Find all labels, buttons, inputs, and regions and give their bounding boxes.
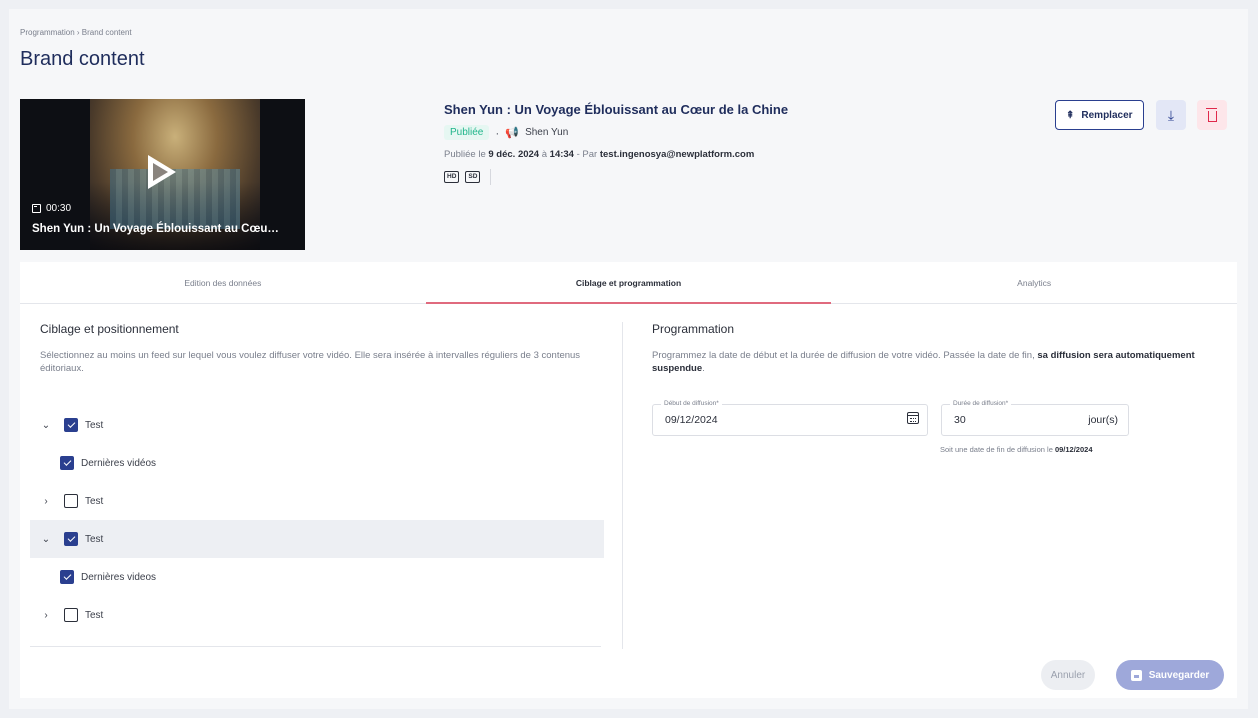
tree-row[interactable]: Dernières vidéos xyxy=(30,444,604,482)
tree-row[interactable]: ⌄ Test xyxy=(30,406,604,444)
duration-field[interactable]: Durée de diffusion* 30 jour(s) xyxy=(941,400,1129,436)
start-date-label: Début de diffusion* xyxy=(661,400,722,407)
tree-label: Test xyxy=(85,609,104,621)
scheduling-description-end: . xyxy=(702,363,705,374)
hint-prefix: Soit une date de fin de diffusion le xyxy=(940,445,1055,454)
megaphone-icon: 📢 xyxy=(505,127,520,139)
start-date-field[interactable]: Début de diffusion* 09/12/2024 xyxy=(652,400,928,436)
tree-label: Test xyxy=(85,495,104,507)
scheduling-description: Programmez la date de début et la durée … xyxy=(652,349,1212,375)
checkbox-checked[interactable] xyxy=(60,456,74,470)
targeting-section: Ciblage et positionnement Sélectionnez a… xyxy=(40,322,620,375)
published-prefix: Publiée le xyxy=(444,149,489,160)
chevron-right-icon[interactable]: › xyxy=(40,610,52,621)
header-area: Programmation › Brand content Brand cont… xyxy=(20,17,1237,263)
video-meta: Publiée · 📢 Shen Yun xyxy=(444,125,568,140)
video-title: Shen Yun : Un Voyage Éblouissant au Cœur… xyxy=(444,102,789,117)
save-button-label: Sauvegarder xyxy=(1148,669,1210,681)
feed-tree: ⌄ Test Dernières vidéos › Test ⌄ Test De… xyxy=(30,406,604,634)
chevron-down-icon[interactable]: ⌄ xyxy=(40,534,52,545)
end-date-hint: Soit une date de fin de diffusion le 09/… xyxy=(940,445,1093,454)
tree-row[interactable]: › Test xyxy=(30,482,604,520)
start-date-value: 09/12/2024 xyxy=(665,414,718,426)
targeting-description: Sélectionnez au moins un feed sur lequel… xyxy=(40,350,581,374)
column-divider xyxy=(622,322,623,649)
duration-text: 00:30 xyxy=(46,203,72,214)
cancel-button[interactable]: Annuler xyxy=(1041,660,1095,690)
format-badges: HD SD xyxy=(444,169,492,185)
thumbnail-duration: 00:30 xyxy=(32,203,71,214)
chevron-down-icon[interactable]: ⌄ xyxy=(40,420,52,431)
tab-bar: Edition des données Ciblage et programma… xyxy=(20,262,1237,304)
tree-row[interactable]: › Test xyxy=(30,596,604,634)
scheduling-section: Programmation Programmez la date de débu… xyxy=(652,322,1212,454)
duration-icon xyxy=(32,204,41,213)
replace-button[interactable]: ⇞ Remplacer xyxy=(1055,100,1144,130)
meta-separator: · xyxy=(495,125,500,140)
published-time: 14:34 xyxy=(549,149,574,160)
format-divider xyxy=(490,169,492,185)
targeting-title: Ciblage et positionnement xyxy=(40,322,179,336)
tree-label: Test xyxy=(85,533,104,545)
status-badge: Publiée xyxy=(444,125,490,140)
checkbox-checked[interactable] xyxy=(60,570,74,584)
chevron-right-icon[interactable]: › xyxy=(40,496,52,507)
play-icon-inner xyxy=(153,163,168,181)
save-button[interactable]: Sauvegarder xyxy=(1116,660,1224,690)
hd-format-icon: HD xyxy=(444,171,460,183)
published-mid: à xyxy=(539,149,550,160)
published-date: 9 déc. 2024 xyxy=(488,149,540,160)
tree-label: Test xyxy=(85,419,104,431)
checkbox-checked[interactable] xyxy=(64,418,78,432)
tree-label: Dernières vidéos xyxy=(81,457,157,469)
tab-edition[interactable]: Edition des données xyxy=(20,262,426,303)
save-icon xyxy=(1130,669,1142,681)
published-info: Publiée le 9 déc. 2024 à 14:34 - Par tes… xyxy=(444,149,754,160)
trash-icon xyxy=(1205,107,1217,122)
breadcrumb[interactable]: Programmation › Brand content xyxy=(20,28,132,37)
checkbox-checked[interactable] xyxy=(64,532,78,546)
delete-button[interactable] xyxy=(1197,100,1227,130)
duration-unit: jour(s) xyxy=(1088,414,1118,426)
video-thumbnail[interactable]: 00:30 Shen Yun : Un Voyage Éblouissant a… xyxy=(20,99,305,250)
channel-name: Shen Yun xyxy=(525,127,569,138)
calendar-icon[interactable] xyxy=(907,412,919,424)
page: Programmation › Brand content Brand cont… xyxy=(9,9,1248,709)
replace-button-label: Remplacer xyxy=(1081,109,1133,121)
duration-value: 30 xyxy=(954,414,966,426)
scheduling-title: Programmation xyxy=(652,322,735,336)
tab-analytics[interactable]: Analytics xyxy=(831,262,1237,303)
hint-date: 09/12/2024 xyxy=(1054,445,1093,454)
checkbox-unchecked[interactable] xyxy=(64,608,78,622)
tree-row-highlighted[interactable]: ⌄ Test xyxy=(30,520,604,558)
published-by-prefix: - Par xyxy=(573,149,600,160)
download-button[interactable]: ⤓ xyxy=(1156,100,1186,130)
upload-icon: ⇞ xyxy=(1066,109,1075,121)
checkbox-unchecked[interactable] xyxy=(64,494,78,508)
content-card: Edition des données Ciblage et programma… xyxy=(20,262,1237,698)
download-icon: ⤓ xyxy=(1167,106,1175,123)
thumbnail-title: Shen Yun : Un Voyage Éblouissant au Cœu… xyxy=(32,223,279,235)
duration-label: Durée de diffusion* xyxy=(950,400,1012,407)
tree-row[interactable]: Dernières videos xyxy=(30,558,604,596)
divider xyxy=(30,646,601,647)
sd-format-icon: SD xyxy=(465,171,481,183)
scheduling-description-text: Programmez la date de début et la durée … xyxy=(652,350,1038,361)
tree-label: Dernières videos xyxy=(81,571,157,583)
tab-targeting[interactable]: Ciblage et programmation xyxy=(425,262,832,304)
published-by: test.ingenosya@newplatform.com xyxy=(599,149,755,160)
page-title: Brand content xyxy=(20,48,145,70)
